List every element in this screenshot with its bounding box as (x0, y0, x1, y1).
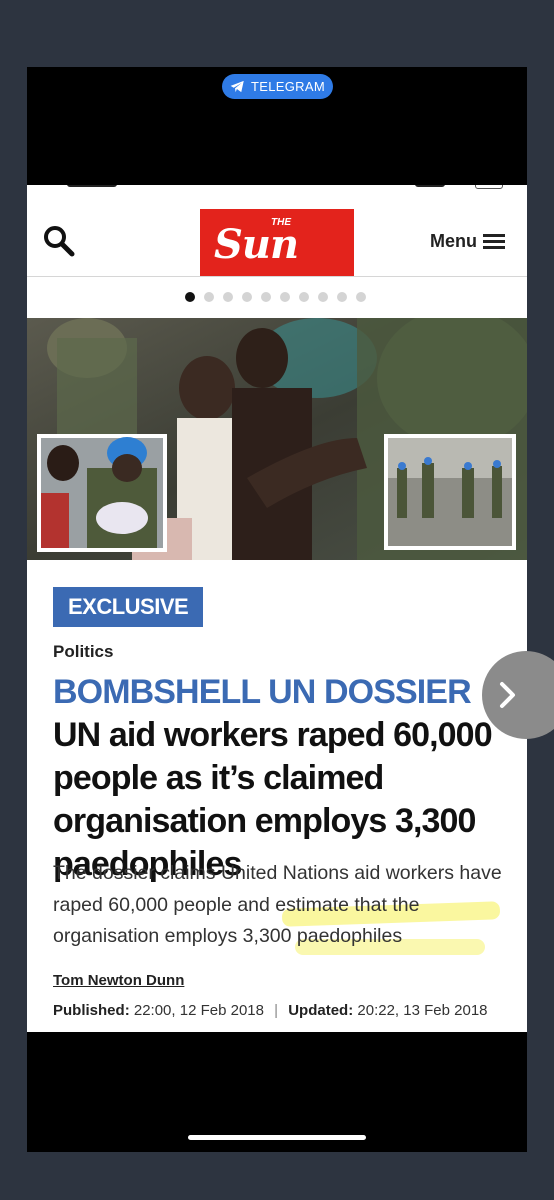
hero-image (27, 318, 527, 560)
search-icon (44, 226, 75, 257)
article-standfirst: The dossier claims United Nations aid wo… (53, 862, 502, 947)
headline-kicker: BOMBSHELL UN DOSSIER (53, 673, 472, 711)
published-time: 22:00, 12 Feb 2018 (133, 1002, 264, 1019)
telegram-plane-icon (230, 80, 244, 93)
search-button[interactable] (41, 223, 77, 259)
section-label[interactable]: Politics (53, 642, 113, 662)
chevron-right-icon (500, 682, 515, 708)
carousel-dot[interactable] (223, 292, 233, 302)
carousel-dots (185, 292, 366, 302)
carousel-dot[interactable] (185, 292, 195, 302)
carousel-dot[interactable] (299, 292, 309, 302)
phone-screen: TELEGRAM THE Sun Menu EXCLUSIVE Politics… (27, 67, 527, 1152)
carousel-dot[interactable] (280, 292, 290, 302)
article-headline: BOMBSHELL UN DOSSIER UN aid workers rape… (53, 671, 493, 886)
updated-label: Updated (288, 1002, 349, 1019)
telegram-badge[interactable]: TELEGRAM (222, 74, 333, 99)
carousel-dot[interactable] (337, 292, 347, 302)
menu-label: Menu (430, 231, 477, 251)
telegram-label: TELEGRAM (251, 79, 325, 94)
site-header: THE Sun Menu (27, 185, 527, 277)
author-link[interactable]: Tom Newton Dunn (53, 972, 184, 989)
logo-sun-text: Sun (214, 221, 299, 268)
web-page: THE Sun Menu EXCLUSIVE Politics BOMBSHEL… (27, 185, 527, 1032)
updated-time: 20:22, 13 Feb 2018 (357, 1002, 488, 1019)
carousel-dot[interactable] (318, 292, 328, 302)
carousel-dot[interactable] (261, 292, 271, 302)
exclusive-badge: EXCLUSIVE (53, 587, 204, 627)
carousel-dot[interactable] (242, 292, 252, 302)
hamburger-icon (483, 233, 505, 250)
carousel-dot[interactable] (204, 292, 214, 302)
hero-photo-illustration (27, 318, 527, 560)
home-indicator[interactable] (188, 1135, 366, 1140)
the-sun-logo[interactable]: THE Sun (200, 209, 354, 276)
publish-dates: Published: 22:00, 12 Feb 2018 | Updated:… (53, 1002, 488, 1019)
carousel-dot[interactable] (356, 292, 366, 302)
menu-button[interactable]: Menu (430, 231, 505, 252)
published-label: Published (53, 1002, 125, 1019)
